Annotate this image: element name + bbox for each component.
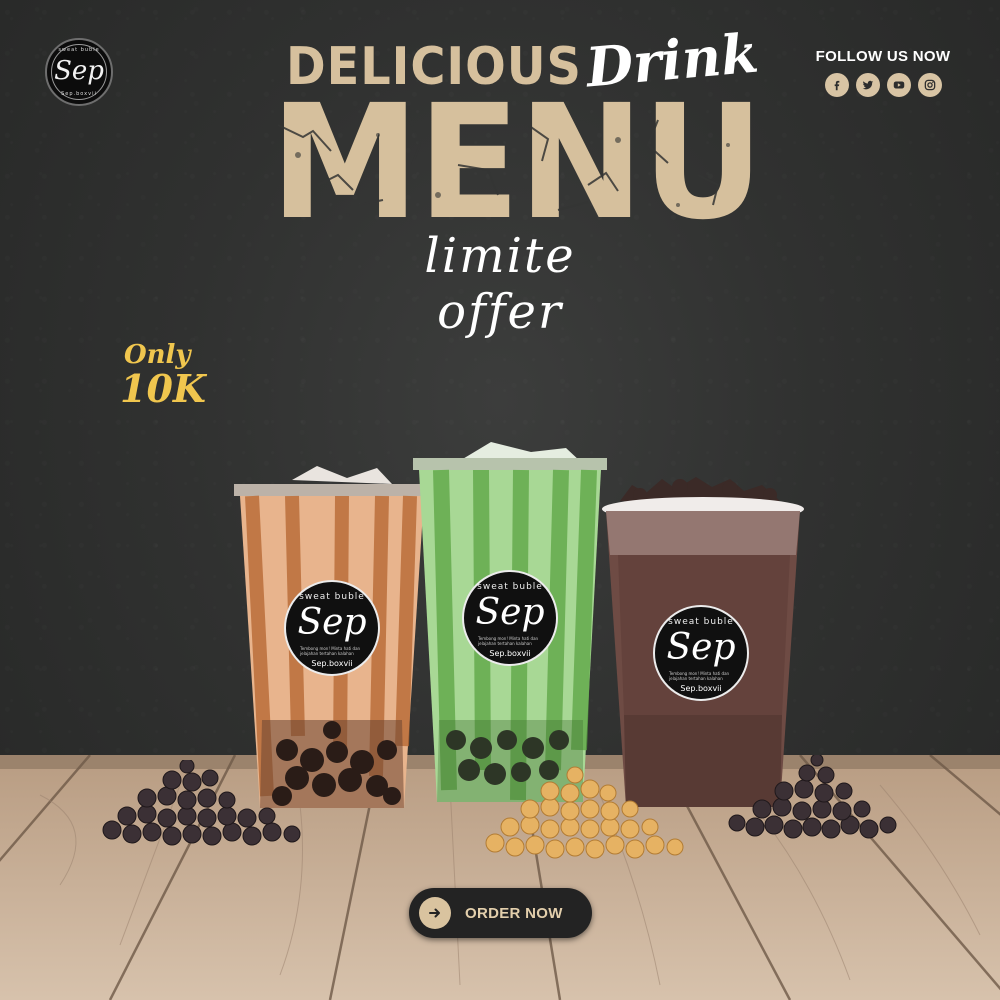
social-follow: FOLLOW US NOW (808, 48, 958, 97)
pearls-pile-left (102, 760, 301, 846)
pearls-pile-right (728, 755, 897, 839)
headline-limited-offer: limite offer (424, 228, 576, 340)
cup-label: sweat buble Sep Tembong mon! Minta hati … (462, 570, 558, 666)
follow-label: FOLLOW US NOW (815, 48, 951, 65)
cup-label-top: sweat buble (477, 582, 543, 592)
cup-label-bottom: Sep.boxvii (489, 649, 531, 658)
cup-label-small: Tembong mon! Minta hati dan jelajahan te… (478, 636, 539, 646)
logo-signature: Sep (54, 56, 104, 86)
cup-label-signature: Sep (666, 627, 736, 668)
twitter-icon[interactable] (855, 73, 880, 97)
youtube-icon[interactable] (886, 73, 911, 97)
price-amount: 10K (120, 366, 206, 411)
order-now-label: ORDER NOW (465, 904, 563, 922)
cup-matcha[interactable]: sweat buble Sep Tembong mon! Minta hati … (411, 440, 609, 810)
headline-menu: MENU (270, 71, 764, 255)
cup-label: sweat buble Sep Tembong mon! Minta hati … (284, 580, 380, 676)
instagram-icon[interactable] (917, 73, 942, 97)
cup-label-top: sweat buble (668, 617, 734, 627)
cup-label-top: sweat buble (299, 592, 365, 602)
logo-top-text: sweat buble (58, 47, 100, 53)
pearls-pile-golden (485, 766, 684, 859)
cup-label-bottom: Sep.boxvii (311, 659, 353, 668)
arrow-right-icon (419, 897, 451, 929)
cup-label-signature: Sep (297, 602, 367, 643)
promo-poster: sweat buble Sep Sep.boxvii FOLLOW US NOW… (0, 0, 1000, 1000)
logo-bottom-text: Sep.boxvii (61, 91, 97, 97)
cup-label-signature: Sep (475, 592, 545, 633)
cup-label-small: Tembong mon! Minta hati dan jelajahan te… (669, 671, 730, 681)
brand-logo[interactable]: sweat buble Sep Sep.boxvii (45, 38, 113, 106)
cup-label-small: Tembong mon! Minta hati dan jelajahan te… (300, 646, 361, 656)
facebook-icon[interactable] (824, 73, 849, 97)
order-now-button[interactable]: ORDER NOW (409, 888, 592, 938)
social-icons (808, 73, 958, 97)
cup-label: sweat buble Sep Tembong mon! Minta hati … (653, 605, 749, 701)
price-tag: Only 10K (120, 340, 206, 411)
cup-label-bottom: Sep.boxvii (680, 684, 722, 693)
